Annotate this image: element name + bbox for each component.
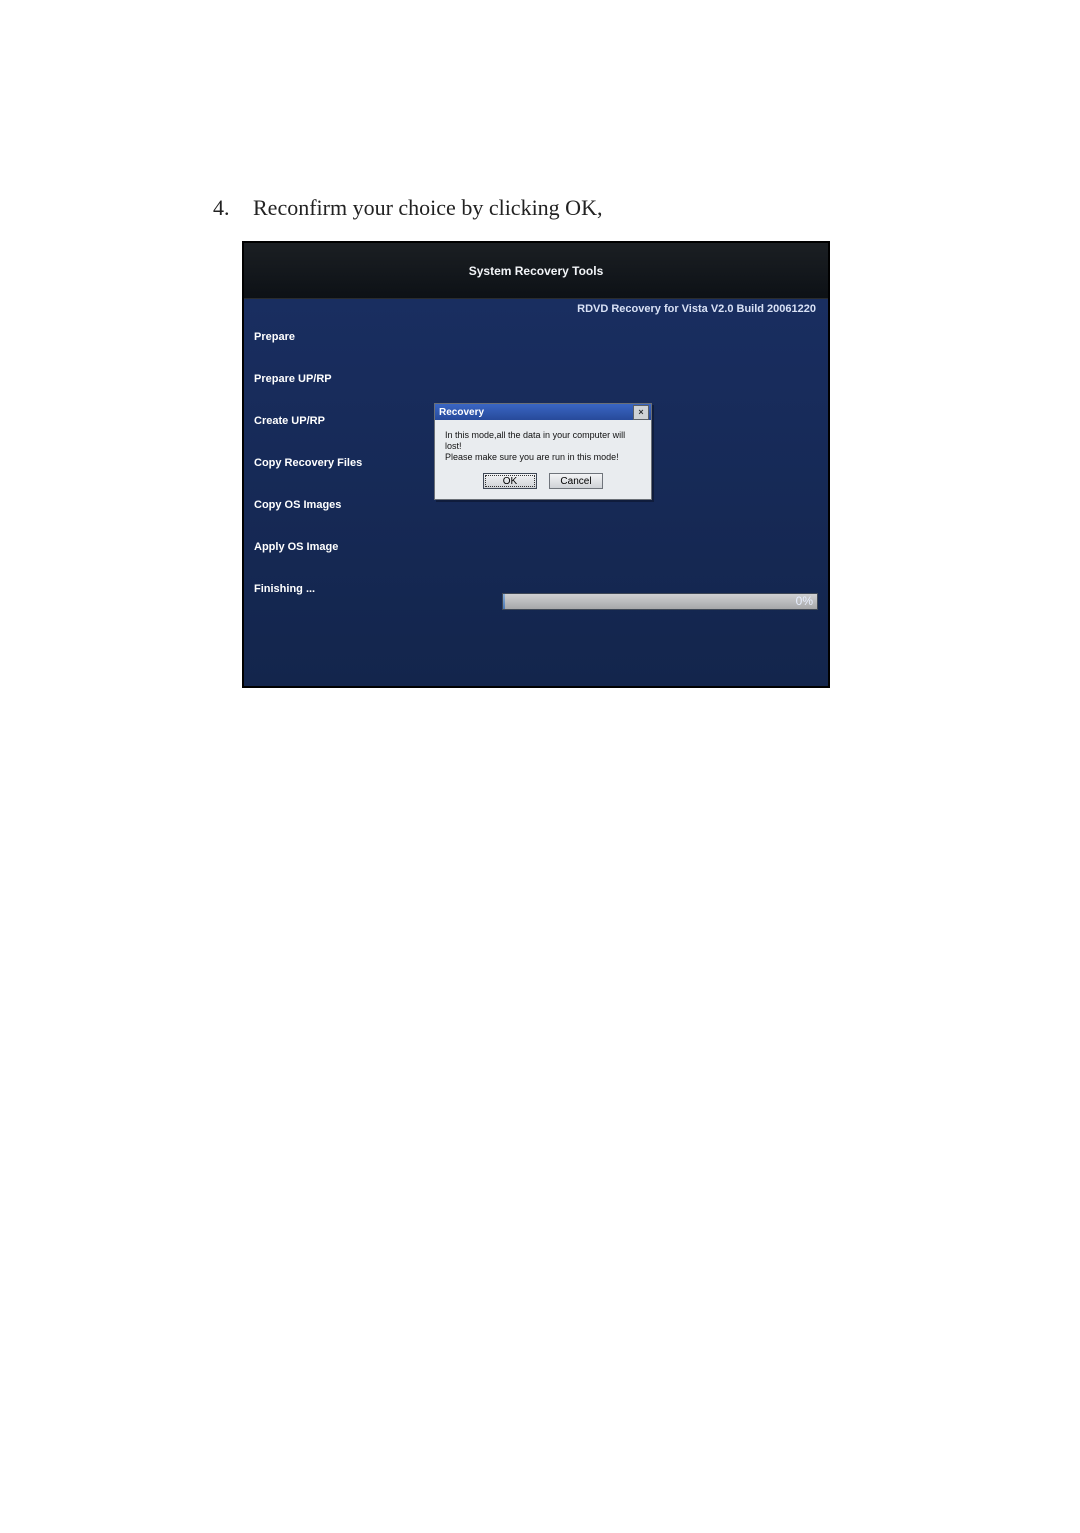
step-prepare: Prepare [254,331,424,343]
dialog-message: In this mode,all the data in your comput… [435,420,651,469]
app-title-bar: System Recovery Tools [244,243,828,299]
progress-fill [503,594,505,609]
step-copy-recovery-files: Copy Recovery Files [254,457,424,469]
progress-percent: 0% [796,594,813,608]
dialog-title: Recovery [439,407,484,418]
progress-bar: 0% [502,593,818,610]
cancel-button[interactable]: Cancel [549,473,603,489]
step-number: 4. [213,195,253,221]
dialog-message-line2: Please make sure you are run in this mod… [445,452,643,463]
dialog-titlebar[interactable]: Recovery × [435,404,651,420]
step-copy-os-images: Copy OS Images [254,499,424,511]
step-apply-os-image: Apply OS Image [254,541,424,553]
step-create-uprp: Create UP/RP [254,415,424,427]
app-subtitle: RDVD Recovery for Vista V2.0 Build 20061… [577,303,816,315]
app-body: Prepare Prepare UP/RP Create UP/RP Copy … [244,299,828,687]
app-main: RDVD Recovery for Vista V2.0 Build 20061… [434,299,828,687]
dialog-button-row: OK Cancel [435,469,651,499]
app-title: System Recovery Tools [469,264,604,278]
step-prepare-uprp: Prepare UP/RP [254,373,424,385]
recovery-dialog: Recovery × In this mode,all the data in … [434,403,652,500]
document-page: 4. Reconfirm your choice by clicking OK,… [0,0,1080,1533]
step-finishing: Finishing ... [254,583,424,595]
instruction-line: 4. Reconfirm your choice by clicking OK, [213,195,602,221]
dialog-message-line1: In this mode,all the data in your comput… [445,430,643,452]
step-text: Reconfirm your choice by clicking OK, [253,195,602,221]
close-icon[interactable]: × [633,405,649,420]
step-sidebar: Prepare Prepare UP/RP Create UP/RP Copy … [244,299,434,687]
ok-button[interactable]: OK [483,473,537,489]
screenshot-frame: System Recovery Tools Prepare Prepare UP… [242,241,830,688]
